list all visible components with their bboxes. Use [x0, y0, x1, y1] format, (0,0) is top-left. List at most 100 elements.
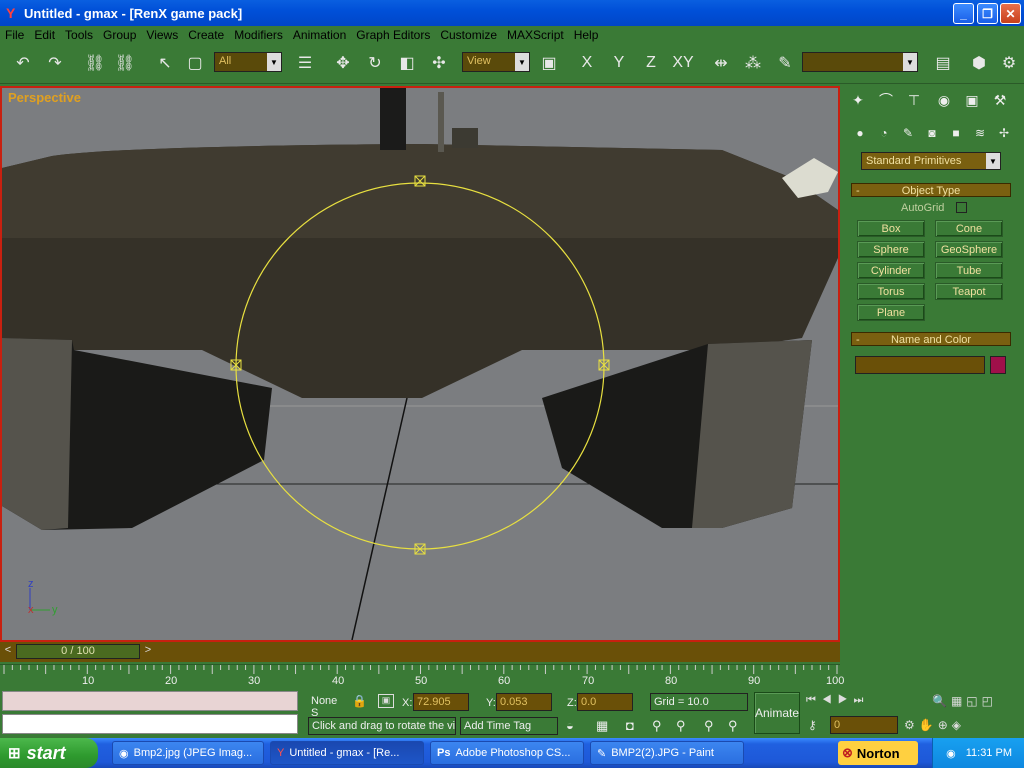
restrict-x-icon[interactable]: X — [574, 50, 600, 76]
menu-file[interactable]: File — [0, 28, 29, 42]
task-paint[interactable]: ✎ BMP2(2).JPG - Paint — [590, 741, 744, 765]
material-editor-icon[interactable]: ⬢ — [966, 50, 992, 76]
z-coord-field[interactable]: 0.0 — [577, 693, 633, 711]
start-button[interactable]: ⊞ start — [0, 738, 98, 768]
select-region-icon[interactable]: ▢ — [182, 50, 208, 76]
time-slider[interactable]: 0 / 100 — [16, 644, 140, 659]
object-type-rollout-header[interactable]: - Object Type — [851, 183, 1011, 197]
menu-animation[interactable]: Animation — [288, 28, 351, 42]
move-icon[interactable]: ✥ — [330, 50, 356, 76]
mirror-icon[interactable]: ⇹ — [708, 50, 734, 76]
plane-button[interactable]: Plane — [857, 304, 925, 321]
menu-modifiers[interactable]: Modifiers — [229, 28, 288, 42]
cameras-icon[interactable]: ◙ — [921, 122, 943, 144]
playback-controls[interactable]: ⏮◀▶⏭ — [806, 694, 869, 707]
prev-frame-icon[interactable]: < — [2, 644, 14, 659]
add-time-tag-button[interactable]: Add Time Tag — [460, 717, 558, 735]
named-selection-dropdown[interactable]: ▼ — [802, 52, 918, 72]
restrict-xy-icon[interactable]: XY — [670, 50, 696, 76]
object-color-swatch[interactable] — [990, 356, 1006, 374]
edit-selection-icon[interactable]: ⚲ — [676, 718, 686, 734]
helpers-icon[interactable]: ■ — [945, 122, 967, 144]
renx-icon[interactable]: ⚙ — [996, 50, 1022, 76]
pivot-center-icon[interactable]: ▣ — [536, 50, 562, 76]
degradation-icon[interactable]: ⚲ — [728, 718, 738, 734]
y-coord-field[interactable]: 0.053 — [496, 693, 552, 711]
restrict-y-icon[interactable]: Y — [606, 50, 632, 76]
track-bar[interactable]: 10 20 30 40 50 60 70 80 90 100 — [0, 664, 844, 688]
autogrid-checkbox[interactable] — [956, 202, 967, 213]
geometry-icon[interactable]: ● — [849, 122, 871, 144]
crossing-icon[interactable]: ⚲ — [704, 718, 714, 734]
modify-tab-icon[interactable]: ⌒ — [875, 89, 897, 111]
menu-create[interactable]: Create — [183, 28, 229, 42]
select-by-name-icon[interactable]: ☰ — [292, 50, 318, 76]
menu-group[interactable]: Group — [98, 28, 141, 42]
animate-button[interactable]: Animate — [754, 692, 800, 734]
geosphere-button[interactable]: GeoSphere — [935, 241, 1003, 258]
reference-coord-dropdown[interactable]: View ▼ — [462, 52, 530, 72]
scale-icon[interactable]: ◧ — [394, 50, 420, 76]
link-icon[interactable]: ⛓ — [82, 50, 108, 76]
lights-icon[interactable]: ✎ — [897, 122, 919, 144]
lock-icon[interactable]: 🔒 — [352, 694, 367, 708]
viewport-label[interactable]: Perspective — [8, 90, 81, 105]
box-button[interactable]: Box — [857, 220, 925, 237]
menu-views[interactable]: Views — [141, 28, 183, 42]
close-button[interactable]: ✕ — [1000, 3, 1021, 24]
undo-icon[interactable]: ↶ — [10, 50, 36, 76]
utilities-tab-icon[interactable]: ⚒ — [989, 89, 1011, 111]
menu-maxscript[interactable]: MAXScript — [502, 28, 569, 42]
selection-filter-dropdown[interactable]: All ▼ — [214, 52, 282, 72]
display-tab-icon[interactable]: ▣ — [961, 89, 983, 111]
layers-icon[interactable]: ▤ — [930, 50, 956, 76]
primitives-dropdown[interactable]: Standard Primitives ▼ — [861, 152, 1001, 170]
select-object-icon[interactable]: ↖ — [152, 50, 178, 76]
menu-edit[interactable]: Edit — [29, 28, 60, 42]
manipulate-icon[interactable]: ✣ — [426, 50, 452, 76]
restrict-z-icon[interactable]: Z — [638, 50, 664, 76]
zoom-icon[interactable]: 🔍▦◱◰ — [932, 694, 997, 708]
maxscript-listener-output[interactable] — [2, 714, 298, 734]
task-firefox-bmp2[interactable]: ◉ Bmp2.jpg (JPEG Imag... — [112, 741, 264, 765]
angle-snap-icon[interactable]: ▦ — [596, 718, 608, 734]
x-coord-field[interactable]: 72.905 — [413, 693, 469, 711]
viewport-nav-icon[interactable]: ⚙✋⊕◈ — [904, 718, 965, 732]
rotate-icon[interactable]: ↻ — [362, 50, 388, 76]
spacewarps-icon[interactable]: ≋ — [969, 122, 991, 144]
hierarchy-tab-icon[interactable]: ⊤ — [903, 89, 925, 111]
torus-button[interactable]: Torus — [857, 283, 925, 300]
cylinder-button[interactable]: Cylinder — [857, 262, 925, 279]
minimize-button[interactable]: _ — [953, 3, 974, 24]
systems-icon[interactable]: ✢ — [993, 122, 1015, 144]
volume-icon[interactable]: ◉ — [946, 747, 956, 760]
cone-button[interactable]: Cone — [935, 220, 1003, 237]
teapot-button[interactable]: Teapot — [935, 283, 1003, 300]
task-gmax[interactable]: Y Untitled - gmax - [Re... — [270, 741, 424, 765]
spinner-snap-icon[interactable]: ⚲ — [652, 718, 662, 734]
name-color-rollout-header[interactable]: - Name and Color — [851, 332, 1011, 346]
sphere-button[interactable]: Sphere — [857, 241, 925, 258]
create-tab-icon[interactable]: ✦ — [847, 89, 869, 111]
object-name-input[interactable] — [855, 356, 985, 374]
snap-icon[interactable]: ◒ — [566, 718, 574, 733]
next-frame-icon[interactable]: > — [142, 644, 154, 659]
menu-help[interactable]: Help — [569, 28, 604, 42]
current-frame-field[interactable]: 0 — [830, 716, 898, 734]
motion-tab-icon[interactable]: ◉ — [933, 89, 955, 111]
unlink-icon[interactable]: ⛓ — [112, 50, 138, 76]
menu-customize[interactable]: Customize — [435, 28, 502, 42]
tube-button[interactable]: Tube — [935, 262, 1003, 279]
absolute-mode-icon[interactable]: ▣ — [378, 694, 394, 708]
shapes-icon[interactable]: ◔ — [873, 122, 895, 144]
maxscript-listener-mini[interactable] — [2, 691, 298, 711]
key-mode-icon[interactable]: ⚷ — [808, 718, 817, 732]
restore-button[interactable]: ❐ — [977, 3, 998, 24]
array-icon[interactable]: ⁂ — [740, 50, 766, 76]
norton-button[interactable]: ⊗ Norton — [838, 741, 918, 765]
percent-snap-icon[interactable]: ◘ — [626, 718, 634, 733]
perspective-viewport[interactable]: Perspective z x y — [0, 86, 840, 642]
align-icon[interactable]: ✎ — [772, 50, 798, 76]
menu-tools[interactable]: Tools — [60, 28, 98, 42]
task-photoshop[interactable]: Ps Adobe Photoshop CS... — [430, 741, 584, 765]
